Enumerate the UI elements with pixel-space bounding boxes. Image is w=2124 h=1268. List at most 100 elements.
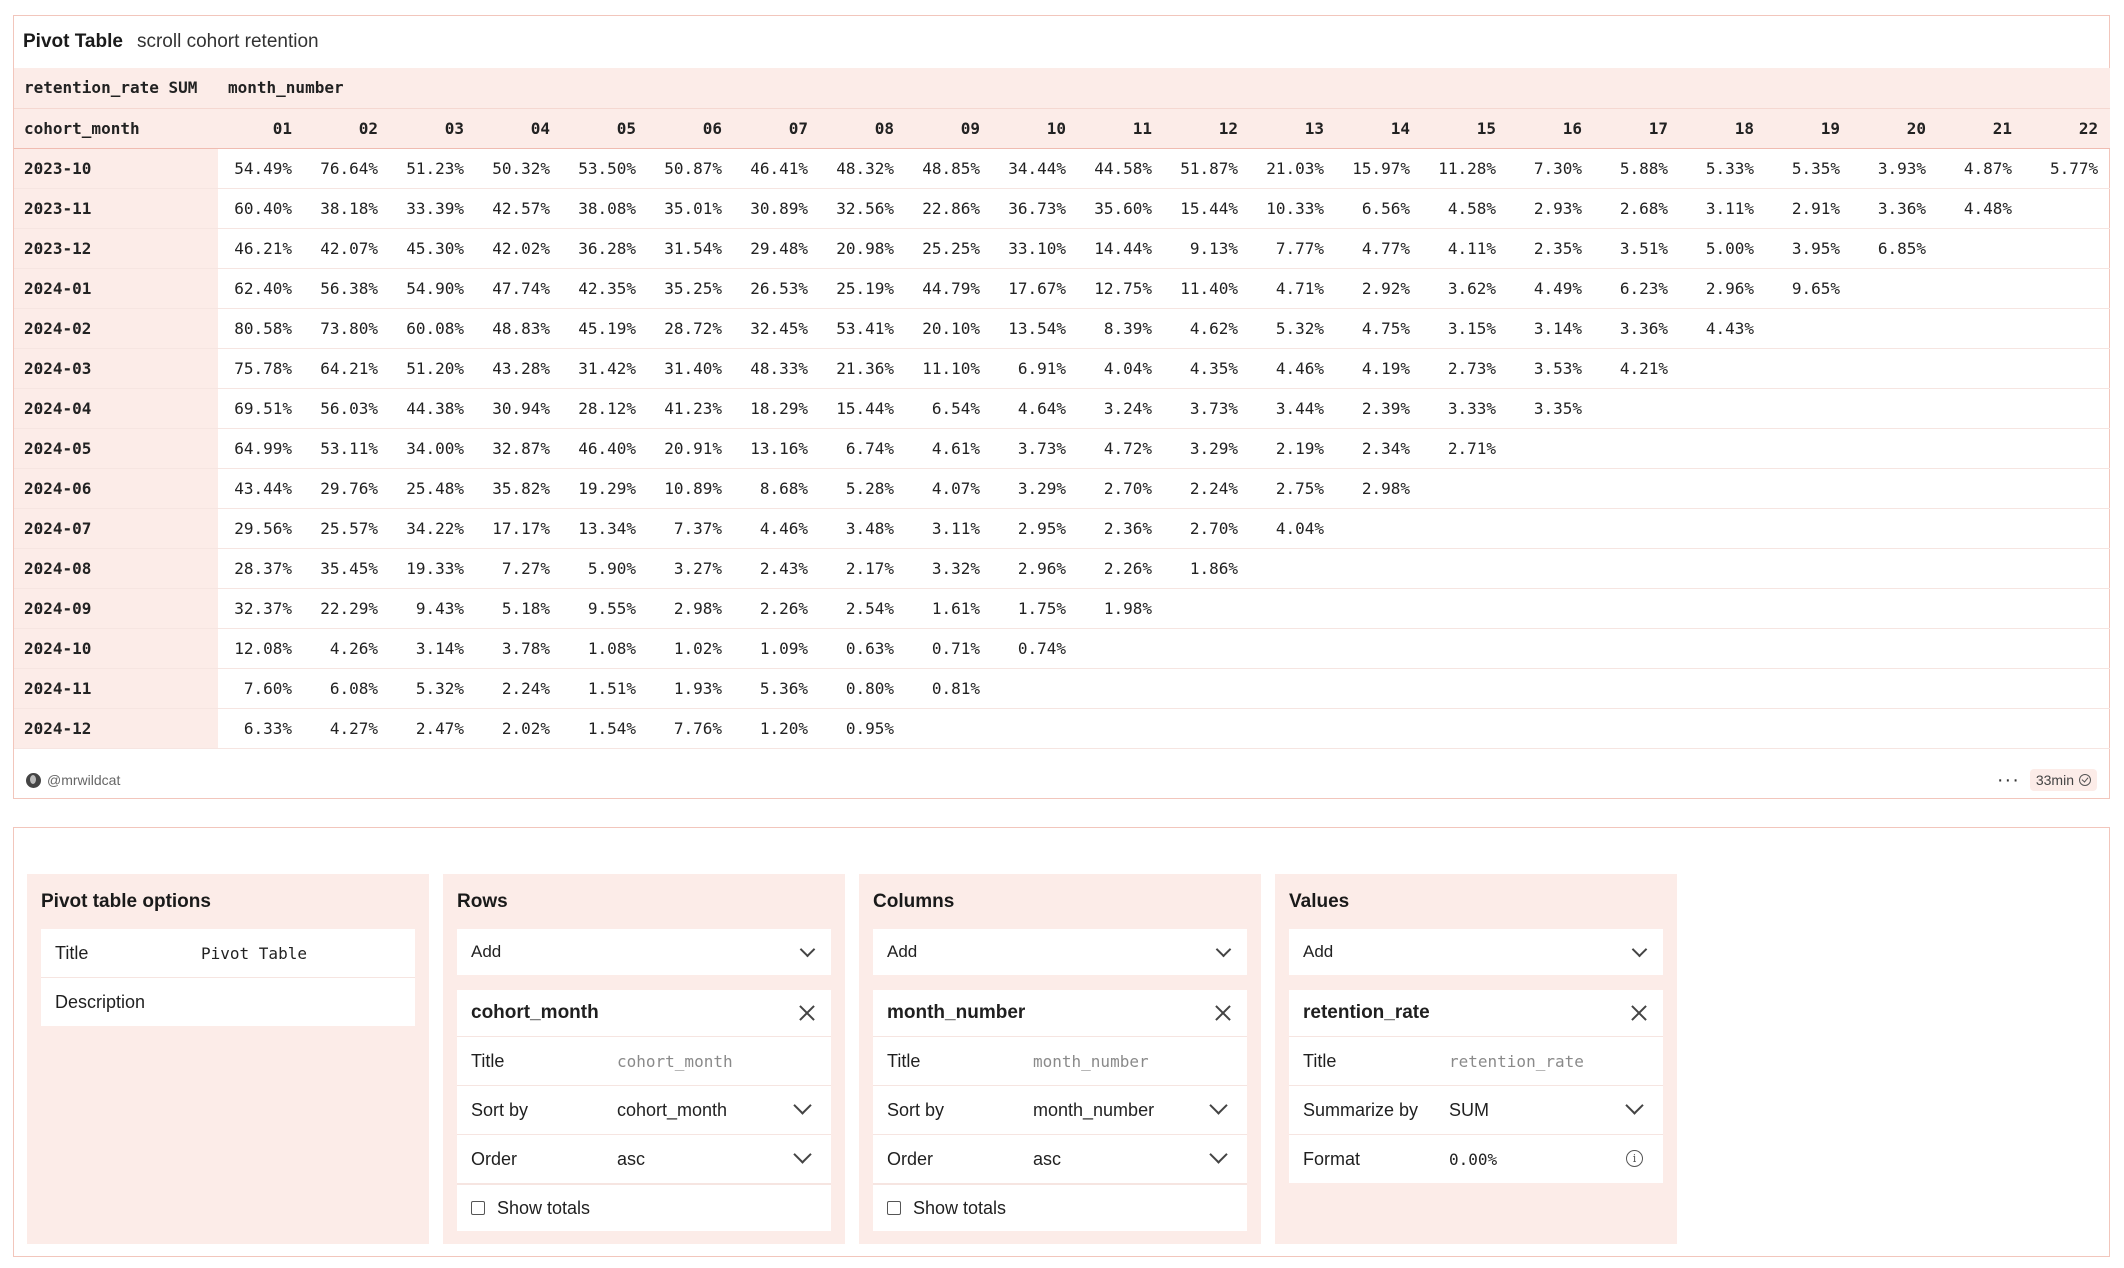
table-cell: 44.38%: [390, 388, 476, 429]
table-cell: 60.40%: [218, 188, 304, 229]
values-summarize-select[interactable]: SUM: [1449, 1100, 1649, 1121]
columns-show-totals-checkbox[interactable]: [887, 1201, 901, 1215]
run-time-badge: 33min: [2029, 769, 2097, 791]
rows-order-row[interactable]: Order asc: [457, 1135, 831, 1184]
columns-title-label: Title: [887, 1050, 921, 1071]
globe-icon: [26, 772, 41, 788]
table-cell: [1594, 548, 1680, 589]
column-header-05: 05: [562, 108, 648, 149]
table-cell: 2.70%: [1164, 508, 1250, 549]
table-cell: [1680, 468, 1766, 509]
table-cell: [1766, 468, 1852, 509]
table-cell: 2.71%: [1422, 428, 1508, 469]
table-cell: 2.26%: [734, 588, 820, 629]
table-cell: [1938, 228, 2024, 269]
table-cell: 30.94%: [476, 388, 562, 429]
columns-order-row[interactable]: Order asc: [873, 1135, 1247, 1184]
options-panel-title: Pivot table options: [41, 891, 211, 912]
table-cell: 5.00%: [1680, 228, 1766, 269]
columns-show-totals[interactable]: Show totals: [873, 1184, 1247, 1231]
table-row: 2024-09 32.37% 22.29% 9.43% 5.18% 9.55% 2.98% 2…: [14, 588, 2111, 629]
table-cell: 2.96%: [992, 548, 1078, 589]
rows-sort-select[interactable]: cohort_month: [617, 1100, 817, 1121]
rows-field-card: cohort_month Title cohort_month Sort by …: [457, 990, 831, 1231]
table-cell: 1.98%: [1078, 588, 1164, 629]
table-cell: [1336, 668, 1422, 709]
table-cell: 43.28%: [476, 348, 562, 389]
values-title-row[interactable]: Title retention_rate: [1289, 1037, 1663, 1086]
rows-show-totals[interactable]: Show totals: [457, 1184, 831, 1231]
values-title-label: Title: [1303, 1050, 1337, 1071]
table-cell: [1422, 668, 1508, 709]
rows-title-input[interactable]: cohort_month: [617, 1052, 817, 1071]
option-title-label: Title: [55, 942, 89, 963]
more-options-icon[interactable]: ···: [1997, 770, 2020, 790]
table-cell: 22.29%: [304, 588, 390, 629]
info-icon[interactable]: i: [1626, 1150, 1643, 1167]
table-cell: 3.24%: [1078, 388, 1164, 429]
values-format-input[interactable]: 0.00%: [1449, 1150, 1649, 1169]
values-summarize-label: Summarize by: [1303, 1099, 1419, 1120]
rows-sort-row[interactable]: Sort by cohort_month: [457, 1086, 831, 1135]
table-cell: 53.50%: [562, 148, 648, 189]
table-cell: 42.35%: [562, 268, 648, 309]
table-cell: 46.40%: [562, 428, 648, 469]
table-cell: 12.75%: [1078, 268, 1164, 309]
table-cell: 51.20%: [390, 348, 476, 389]
author[interactable]: @mrwildcat: [26, 772, 120, 788]
table-cell: 2.75%: [1250, 468, 1336, 509]
close-icon[interactable]: [1215, 1005, 1231, 1021]
table-cell: 4.87%: [1938, 148, 2024, 189]
option-description-row[interactable]: Description: [41, 978, 415, 1026]
table-cell: 2.35%: [1508, 228, 1594, 269]
table-cell: 4.72%: [1078, 428, 1164, 469]
columns-sort-select[interactable]: month_number: [1033, 1100, 1233, 1121]
table-cell: [1852, 588, 1938, 629]
values-title-input[interactable]: retention_rate: [1449, 1052, 1649, 1071]
table-row: 2024-12 6.33% 4.27% 2.47% 2.02% 1.54% 7.76% 1.2…: [14, 708, 2111, 749]
table-cell: 54.49%: [218, 148, 304, 189]
table-cell: [2024, 548, 2111, 589]
option-title-input[interactable]: Pivot Table: [201, 944, 307, 963]
table-cell: 5.32%: [1250, 308, 1336, 349]
table-row: 2024-02 80.58% 73.80% 60.08% 48.83% 45.19% 28.…: [14, 308, 2111, 349]
table-cell: [2024, 308, 2111, 349]
column-header-12: 12: [1164, 108, 1250, 149]
option-title-row[interactable]: Title Pivot Table: [41, 929, 415, 978]
values-summarize-row[interactable]: Summarize by SUM: [1289, 1086, 1663, 1135]
table-cell: 13.54%: [992, 308, 1078, 349]
rows-order-select[interactable]: asc: [617, 1149, 817, 1170]
rows-add-select[interactable]: Add: [457, 929, 831, 975]
table-cell: [1336, 628, 1422, 669]
columns-order-select[interactable]: asc: [1033, 1149, 1233, 1170]
table-cell: 4.61%: [906, 428, 992, 469]
columns-sort-row[interactable]: Sort by month_number: [873, 1086, 1247, 1135]
table-cell: 28.37%: [218, 548, 304, 589]
column-header-13: 13: [1250, 108, 1336, 149]
columns-title-row[interactable]: Title month_number: [873, 1037, 1247, 1086]
table-cell: 3.95%: [1766, 228, 1852, 269]
table-cell: 35.45%: [304, 548, 390, 589]
columns-add-select[interactable]: Add: [873, 929, 1247, 975]
table-cell: [1938, 708, 2024, 749]
close-icon[interactable]: [799, 1005, 815, 1021]
table-cell: [1422, 508, 1508, 549]
table-cell: [1852, 428, 1938, 469]
values-add-select[interactable]: Add: [1289, 929, 1663, 975]
rows-show-totals-checkbox[interactable]: [471, 1201, 485, 1215]
values-format-row[interactable]: Format 0.00% i: [1289, 1135, 1663, 1183]
table-cell: 1.02%: [648, 628, 734, 669]
table-cell: [992, 708, 1078, 749]
run-time: 33min: [2035, 772, 2074, 788]
column-header-01: 01: [218, 108, 304, 149]
close-icon[interactable]: [1631, 1005, 1647, 1021]
table-cell: 4.43%: [1680, 308, 1766, 349]
rows-title-row[interactable]: Title cohort_month: [457, 1037, 831, 1086]
table-cell: 2.39%: [1336, 388, 1422, 429]
columns-title-input[interactable]: month_number: [1033, 1052, 1233, 1071]
table-cell: 33.39%: [390, 188, 476, 229]
table-cell: 48.85%: [906, 148, 992, 189]
table-cell: [1594, 588, 1680, 629]
table-cell: [2024, 428, 2111, 469]
table-cell: 2.98%: [1336, 468, 1422, 509]
